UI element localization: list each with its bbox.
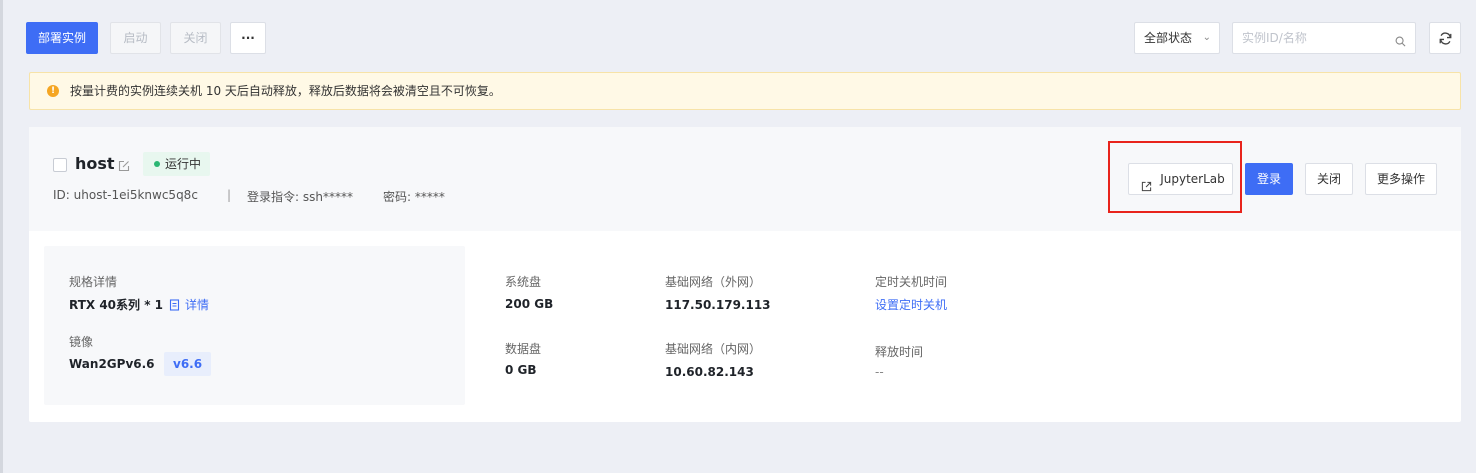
jupyterlab-label: JupyterLab xyxy=(1160,172,1225,186)
instance-card: host 运行中 ID: uhost-1ei5knwc5q8c | 登录指令: … xyxy=(29,127,1461,422)
login-button[interactable]: 登录 xyxy=(1245,163,1293,195)
spec-detail-link[interactable]: 详情 xyxy=(185,296,209,313)
deploy-instance-button[interactable]: 部署实例 xyxy=(26,22,98,54)
warning-icon: ! xyxy=(47,85,59,97)
status-filter-value: 全部状态 xyxy=(1144,31,1193,45)
private-ip: 10.60.82.143 xyxy=(665,365,754,379)
spec-panel: 规格详情 RTX 40系列 * 1 详情 镜像 Wan2GPv6.6 v6.6 xyxy=(44,246,465,405)
public-ip: 117.50.179.113 xyxy=(665,298,771,312)
spec-label: 规格详情 xyxy=(69,275,118,289)
refresh-icon xyxy=(1439,32,1452,45)
search-icon[interactable] xyxy=(1395,32,1406,51)
jupyterlab-button[interactable]: JupyterLab xyxy=(1128,163,1233,195)
instance-card-header: host 运行中 ID: uhost-1ei5knwc5q8c | 登录指令: … xyxy=(29,127,1461,231)
release-time-label: 释放时间 xyxy=(875,345,924,359)
instance-id: ID: uhost-1ei5knwc5q8c xyxy=(53,188,198,202)
image-version-tag: v6.6 xyxy=(164,352,212,376)
status-text: 运行中 xyxy=(165,157,202,171)
chevron-down-icon: ⌄ xyxy=(1202,32,1211,43)
public-network-label: 基础网络（外网） xyxy=(665,275,762,289)
auto-release-notice: ! 按量计费的实例连续关机 10 天后自动释放，释放后数据将会被清空且不可恢复。 xyxy=(29,72,1461,110)
release-time-value: -- xyxy=(875,365,884,379)
image-value: Wan2GPv6.6 xyxy=(69,357,155,371)
system-disk-label: 系统盘 xyxy=(505,275,542,289)
set-shutdown-link[interactable]: 设置定时关机 xyxy=(875,296,947,313)
password: 密码: ***** xyxy=(383,190,445,204)
refresh-button[interactable] xyxy=(1429,22,1461,54)
close-instance-button[interactable]: 关闭 xyxy=(1305,163,1353,195)
more-actions-button[interactable]: ··· xyxy=(230,22,266,54)
document-icon xyxy=(169,296,180,315)
external-link-icon xyxy=(1141,173,1152,203)
spec-value: RTX 40系列 * 1 xyxy=(69,298,163,312)
search-box xyxy=(1232,22,1416,54)
status-filter-select[interactable]: 全部状态 ⌄ xyxy=(1134,22,1220,54)
private-network-label: 基础网络（内网） xyxy=(665,342,762,356)
shutdown-time-label: 定时关机时间 xyxy=(875,275,948,289)
stop-button[interactable]: 关闭 xyxy=(170,22,221,54)
edit-name-icon[interactable] xyxy=(118,157,130,176)
notice-text: 按量计费的实例连续关机 10 天后自动释放，释放后数据将会被清空且不可恢复。 xyxy=(70,84,501,98)
search-input[interactable] xyxy=(1233,23,1383,53)
instance-name: host xyxy=(75,154,115,173)
status-badge: 运行中 xyxy=(143,152,211,176)
image-label: 镜像 xyxy=(69,335,94,349)
instance-select-checkbox[interactable] xyxy=(53,158,67,172)
start-button[interactable]: 启动 xyxy=(110,22,161,54)
more-operations-button[interactable]: 更多操作 xyxy=(1365,163,1437,195)
login-command: 登录指令: ssh***** xyxy=(247,190,353,204)
meta-separator: | xyxy=(227,188,232,202)
data-disk-value: 0 GB xyxy=(505,363,537,377)
data-disk-label: 数据盘 xyxy=(505,342,542,356)
toolbar: 部署实例 启动 关闭 ··· 全部状态 ⌄ xyxy=(3,0,1476,60)
running-dot-icon xyxy=(154,161,160,167)
system-disk-value: 200 GB xyxy=(505,297,554,311)
